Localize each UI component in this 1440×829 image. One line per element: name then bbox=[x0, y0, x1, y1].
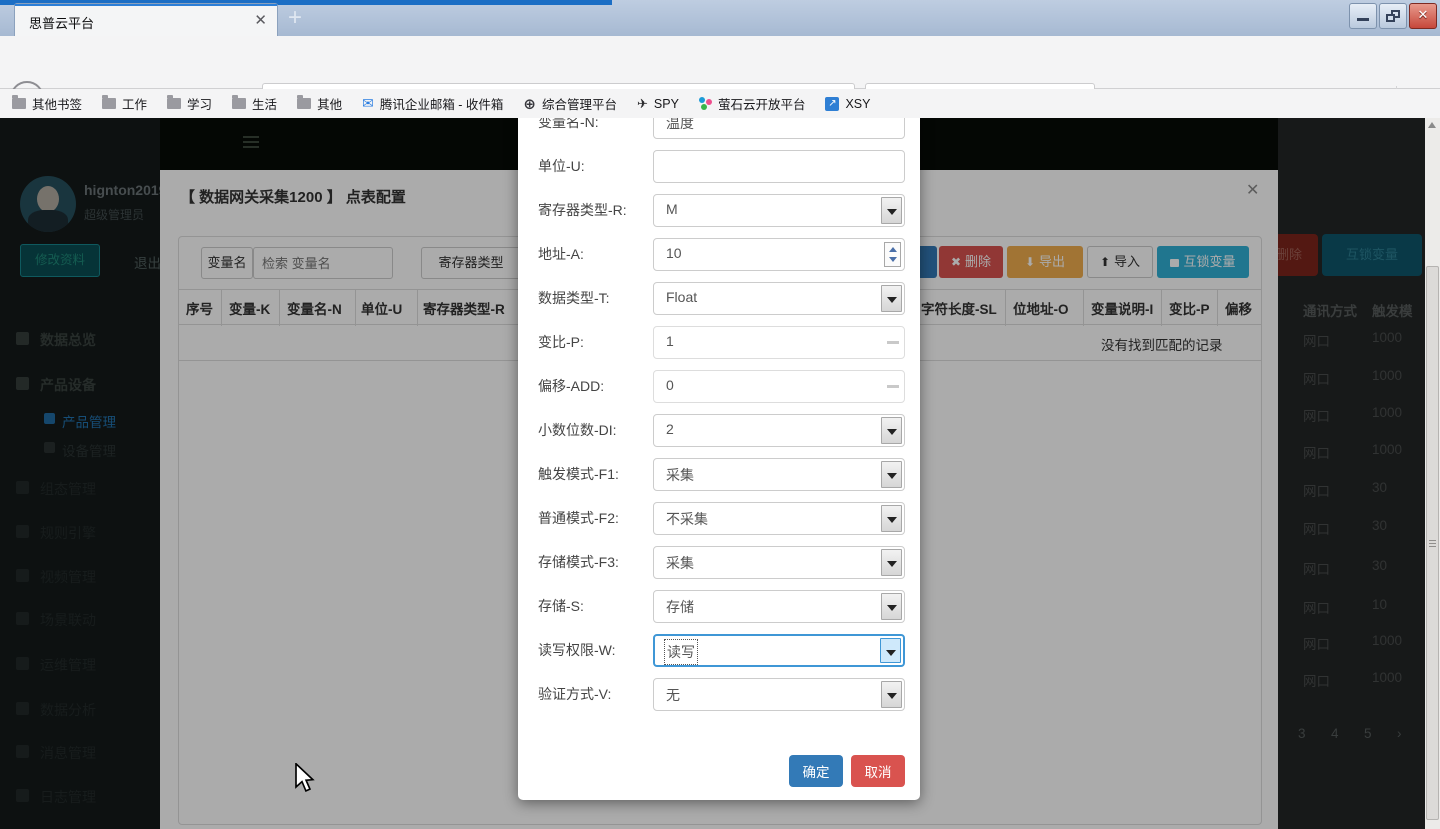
window-controls: ✕ bbox=[1349, 3, 1437, 29]
bookmark-folder[interactable]: 工作 bbox=[102, 94, 147, 113]
minimize-button[interactable] bbox=[1349, 3, 1377, 29]
ratio-input: 1 bbox=[653, 326, 905, 359]
folder-icon bbox=[102, 98, 116, 109]
tab-title: 思普云平台 bbox=[29, 13, 94, 32]
bookmark-item[interactable]: ✉腾讯企业邮箱 - 收件箱 bbox=[362, 94, 503, 113]
scrollbar-thumb[interactable] bbox=[1426, 266, 1439, 820]
form-row: 普通模式-F2: 不采集 bbox=[518, 502, 920, 546]
bookmark-item[interactable]: ⊕综合管理平台 bbox=[523, 94, 617, 113]
folder-icon bbox=[12, 98, 26, 109]
form-row: 小数位数-DI: 2 bbox=[518, 414, 920, 458]
verify-mode-select[interactable]: 无 bbox=[653, 678, 905, 711]
folder-icon bbox=[167, 98, 181, 109]
close-button[interactable]: ✕ bbox=[1409, 3, 1437, 29]
chevron-down-icon[interactable] bbox=[881, 505, 902, 532]
globe-icon: ⊕ bbox=[523, 95, 536, 113]
bookmark-folder[interactable]: 生活 bbox=[232, 94, 277, 113]
storage-mode-select[interactable]: 采集 bbox=[653, 546, 905, 579]
bookmark-item[interactable]: 萤石云开放平台 bbox=[699, 94, 806, 113]
data-type-select[interactable]: Float bbox=[653, 282, 905, 315]
chevron-down-icon[interactable] bbox=[881, 285, 902, 312]
variable-name-input[interactable] bbox=[653, 118, 905, 139]
modal-footer: 确定 取消 bbox=[518, 755, 920, 787]
restore-button[interactable] bbox=[1379, 3, 1407, 29]
scroll-up-arrow-icon[interactable] bbox=[1428, 122, 1436, 128]
chevron-down-icon[interactable] bbox=[881, 417, 902, 444]
form-row: 存储模式-F3: 采集 bbox=[518, 546, 920, 590]
bookmark-folder[interactable]: 其他 bbox=[297, 94, 342, 113]
mail-icon: ✉ bbox=[362, 95, 374, 112]
form-row: 触发模式-F1: 采集 bbox=[518, 458, 920, 502]
form-row: 验证方式-V: 无 bbox=[518, 678, 920, 722]
mouse-cursor bbox=[294, 763, 316, 798]
form-row: 偏移-ADD: 0 bbox=[518, 370, 920, 414]
form-row: 存储-S: 存储 bbox=[518, 590, 920, 634]
plane-icon: ✈ bbox=[637, 96, 648, 112]
dots-icon bbox=[699, 97, 712, 110]
form-row: 寄存器类型-R: M bbox=[518, 194, 920, 238]
page-scrollbar[interactable] bbox=[1425, 118, 1440, 829]
form-row: 单位-U: bbox=[518, 150, 920, 194]
rw-permission-select[interactable]: 读写 bbox=[653, 634, 905, 667]
arrow-link-icon: ↗ bbox=[825, 97, 839, 111]
trigger-mode-select[interactable]: 采集 bbox=[653, 458, 905, 491]
chevron-down-icon[interactable] bbox=[881, 681, 902, 708]
storage-select[interactable]: 存储 bbox=[653, 590, 905, 623]
offset-input: 0 bbox=[653, 370, 905, 403]
form-row: 数据类型-T: Float bbox=[518, 282, 920, 326]
form-row: 变量名-N: bbox=[518, 118, 920, 150]
chevron-down-icon[interactable] bbox=[881, 197, 902, 224]
browser-tab[interactable]: 思普云平台 ✕ bbox=[14, 3, 278, 36]
chevron-down-icon[interactable] bbox=[880, 638, 901, 663]
titlebar: 思普云平台 ✕ + ✕ bbox=[0, 0, 1440, 36]
chevron-down-icon[interactable] bbox=[881, 593, 902, 620]
chevron-down-icon[interactable] bbox=[881, 549, 902, 576]
folder-icon bbox=[232, 98, 246, 109]
bookmark-item[interactable]: ✈SPY bbox=[637, 96, 679, 112]
cancel-button[interactable]: 取消 bbox=[851, 755, 905, 787]
page-content: hignton2019 超级管理员 修改资料 退出 数据总览 产品设备 产品管理… bbox=[0, 118, 1440, 829]
form-row: 地址-A: 10 bbox=[518, 238, 920, 282]
bookmark-folder[interactable]: 学习 bbox=[167, 94, 212, 113]
bookmarks-bar: 其他书签 工作 学习 生活 其他 ✉腾讯企业邮箱 - 收件箱 ⊕综合管理平台 ✈… bbox=[0, 89, 1440, 118]
confirm-button[interactable]: 确定 bbox=[789, 755, 843, 787]
tab-close-icon[interactable]: ✕ bbox=[254, 11, 267, 29]
folder-icon bbox=[297, 98, 311, 109]
register-type-select[interactable]: M bbox=[653, 194, 905, 227]
form-row: 变比-P: 1 bbox=[518, 326, 920, 370]
nav-toolbar: ← → ⟳ ⌂ iot.idosp.net/admin/index.html?l… bbox=[0, 36, 1440, 89]
unit-input[interactable] bbox=[653, 150, 905, 183]
decimals-select[interactable]: 2 bbox=[653, 414, 905, 447]
form-row: 读写权限-W: 读写 bbox=[518, 634, 920, 678]
spinner-icon[interactable] bbox=[884, 242, 901, 267]
new-tab-button[interactable]: + bbox=[288, 4, 302, 32]
bookmark-folder[interactable]: 其他书签 bbox=[12, 94, 82, 113]
normal-mode-select[interactable]: 不采集 bbox=[653, 502, 905, 535]
point-edit-modal: 变量名-N: 单位-U: 寄存器类型-R: M 地址-A: 10 数据类型-T:… bbox=[518, 118, 920, 800]
bookmark-item[interactable]: ↗XSY bbox=[825, 97, 870, 111]
chevron-down-icon[interactable] bbox=[881, 461, 902, 488]
address-stepper[interactable]: 10 bbox=[653, 238, 905, 271]
